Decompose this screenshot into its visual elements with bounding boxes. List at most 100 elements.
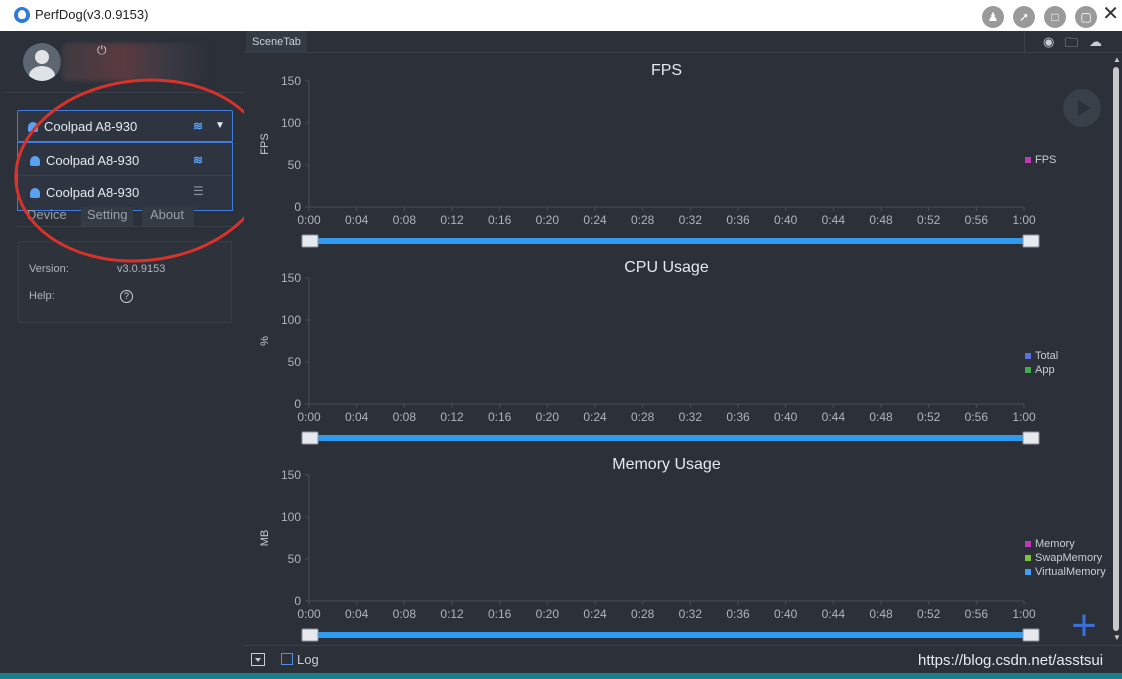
legend-entry[interactable]: App: [1035, 364, 1055, 376]
x-tick-label: 0:32: [679, 213, 703, 227]
fps-chart: FPS FPS 0 50 100 150 0:00 0:04 0:08 0:12 0:16 0:20 0…: [244, 53, 1110, 250]
vertical-scrollbar[interactable]: ▲ ▼: [1110, 53, 1122, 645]
perfdog-window: PerfDog(v3.0.9153) ♟ ➚ □ ▢ ✕ ⏻ Coolpad A…: [0, 0, 1122, 679]
x-tick-label: 1:00: [1012, 607, 1036, 621]
pin-icon[interactable]: ➚: [1013, 6, 1035, 28]
legend-swatch: [1025, 367, 1031, 373]
x-tick-label: 0:40: [774, 213, 798, 227]
x-tick-label: 0:00: [297, 213, 321, 227]
x-tick-label: 0:04: [345, 607, 369, 621]
log-label: Log: [297, 652, 319, 667]
x-tick-label: 0:28: [631, 607, 655, 621]
y-tick-label: 0: [294, 200, 301, 214]
tab-scene[interactable]: SceneTab: [246, 31, 307, 53]
x-tick-label: 0:16: [488, 607, 512, 621]
y-axis-label: MB: [259, 530, 271, 547]
slider-right-handle[interactable]: [1022, 431, 1040, 445]
legend-swatch: [1025, 157, 1031, 163]
slider-right-handle[interactable]: [1022, 628, 1040, 642]
x-tick-label: 0:12: [440, 410, 464, 424]
chart-svg: FPS FPS 0 50 100 150 0:00 0:04 0:08 0:12 0:16 0:20 0…: [259, 62, 1056, 248]
chart-svg: Memory Usage MB 0 50 100 150 0:00 0:04 0:08 0:12 0…: [259, 456, 1106, 642]
maximize-button[interactable]: ▢: [1075, 6, 1097, 28]
chart-title: CPU Usage: [624, 259, 709, 276]
x-tick-label: 0:20: [536, 213, 560, 227]
x-tick-label: 1:00: [1012, 410, 1036, 424]
scroll-thumb[interactable]: [1113, 67, 1119, 631]
memory-usage-chart: Memory Usage MB 0 50 100 150 0:00 0:04 0:08 0:12 0…: [244, 447, 1110, 644]
legend-entry[interactable]: SwapMemory: [1035, 552, 1103, 564]
version-value: v3.0.9153: [117, 263, 166, 275]
watermark: https://blog.csdn.net/asstsui: [918, 652, 1104, 669]
legend-entry[interactable]: VirtualMemory: [1035, 566, 1106, 578]
x-tick-label: 0:56: [965, 213, 989, 227]
scene-tab-bar: SceneTab ◉ 🗀 ☁: [244, 31, 1122, 53]
play-button[interactable]: [1063, 89, 1101, 127]
x-tick-label: 0:00: [297, 607, 321, 621]
charts-area: FPS FPS 0 50 100 150 0:00 0:04 0:08 0:12 0:16 0:20 0…: [244, 53, 1110, 648]
legend-entry[interactable]: Memory: [1035, 538, 1075, 550]
legend-entry[interactable]: FPS: [1035, 154, 1056, 166]
location-pin-icon[interactable]: ◉: [1043, 34, 1054, 50]
bottom-bar: Log https://blog.csdn.net/asstsui: [244, 645, 1122, 673]
main-panel: SceneTab ◉ 🗀 ☁ FPS FPS 0 50 100 150 0:00 0:04 0:…: [244, 31, 1122, 673]
slider-left-handle[interactable]: [301, 431, 319, 445]
legend-entry[interactable]: Total: [1035, 350, 1058, 362]
x-tick-label: 0:44: [822, 213, 846, 227]
add-chart-plus-icon[interactable]: +: [1066, 604, 1102, 648]
x-tick-label: 0:08: [393, 410, 417, 424]
y-tick-label: 150: [281, 74, 301, 88]
time-range-slider[interactable]: [312, 238, 1027, 244]
help-icon[interactable]: ?: [120, 290, 133, 303]
x-tick-label: 0:28: [631, 410, 655, 424]
toolbar-divider: [1024, 31, 1025, 53]
slider-left-handle[interactable]: [301, 234, 319, 248]
time-range-slider[interactable]: [312, 632, 1027, 638]
x-tick-label: 0:40: [774, 607, 798, 621]
x-tick-label: 0:36: [726, 607, 750, 621]
chart-svg: CPU Usage% 0 50 100 150 0:00 0:04 0:08 0:12 0:16 0…: [259, 259, 1058, 445]
x-tick-label: 0:44: [822, 607, 846, 621]
legend-swatch: [1025, 353, 1031, 359]
y-tick-label: 150: [281, 468, 301, 482]
x-tick-label: 0:36: [726, 410, 750, 424]
scroll-down-arrow-icon[interactable]: ▼: [1113, 633, 1121, 642]
log-checkbox[interactable]: [281, 653, 293, 665]
collapse-toggle-icon[interactable]: [251, 653, 265, 666]
x-tick-label: 0:20: [536, 410, 560, 424]
x-tick-label: 0:32: [679, 607, 703, 621]
slider-right-handle[interactable]: [1022, 234, 1040, 248]
x-tick-label: 0:16: [488, 213, 512, 227]
x-tick-label: 0:24: [583, 410, 607, 424]
legend-swatch: [1025, 541, 1031, 547]
slider-left-handle[interactable]: [301, 628, 319, 642]
x-tick-label: 0:36: [726, 213, 750, 227]
x-tick-label: 0:08: [393, 213, 417, 227]
y-axis-label: FPS: [259, 133, 271, 154]
cloud-icon[interactable]: ☁: [1089, 34, 1102, 50]
x-tick-label: 0:56: [965, 607, 989, 621]
y-tick-label: 100: [281, 116, 301, 130]
username-redacted: [62, 43, 212, 81]
x-tick-label: 0:28: [631, 213, 655, 227]
x-tick-label: 0:48: [869, 607, 893, 621]
title-bar: PerfDog(v3.0.9153) ♟ ➚ □ ▢ ✕: [0, 0, 1122, 31]
chart-title: FPS: [651, 62, 682, 79]
y-tick-label: 0: [294, 594, 301, 608]
x-tick-label: 0:24: [583, 607, 607, 621]
time-range-slider[interactable]: [312, 435, 1027, 441]
x-tick-label: 0:40: [774, 410, 798, 424]
x-tick-label: 0:04: [345, 410, 369, 424]
y-tick-label: 0: [294, 397, 301, 411]
logout-power-icon[interactable]: ⏻: [97, 43, 107, 58]
perfdog-logo-icon: [14, 7, 30, 23]
close-button[interactable]: ✕: [1102, 3, 1119, 25]
x-tick-label: 0:20: [536, 607, 560, 621]
x-tick-label: 0:48: [869, 213, 893, 227]
window-title: PerfDog(v3.0.9153): [35, 7, 149, 22]
avatar[interactable]: [23, 43, 61, 81]
skin-icon[interactable]: ♟: [982, 6, 1004, 28]
scroll-up-arrow-icon[interactable]: ▲: [1113, 55, 1121, 64]
minimize-button[interactable]: □: [1044, 6, 1066, 28]
chart-title: Memory Usage: [612, 456, 721, 473]
